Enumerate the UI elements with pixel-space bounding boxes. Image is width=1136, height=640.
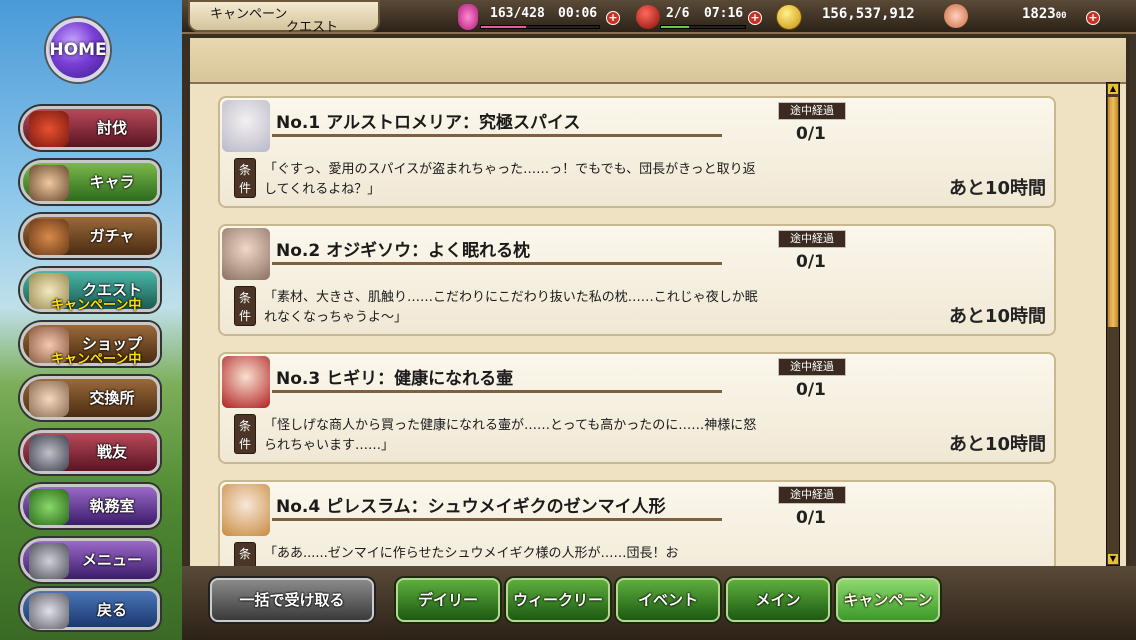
red-orb-icon — [636, 5, 660, 29]
dragon-icon — [29, 111, 69, 147]
orbs-bar — [660, 25, 746, 29]
tab-daily[interactable]: デイリー — [396, 578, 500, 622]
scroll-up-icon[interactable]: ▲ — [1108, 84, 1118, 94]
name-underline — [272, 390, 722, 393]
gems-plus-button[interactable]: + — [1086, 11, 1100, 25]
name-underline — [272, 262, 722, 265]
gold-coin-icon — [776, 4, 802, 30]
orbs-plus-button[interactable]: + — [748, 11, 762, 25]
back-button[interactable]: 戻る — [20, 588, 160, 630]
title-line-1: キャンペーン — [210, 7, 288, 22]
stamina-plus-button[interactable]: + — [606, 11, 620, 25]
tab-weekly[interactable]: ウィークリー — [506, 578, 610, 622]
character-avatar — [222, 484, 270, 536]
sidebar-item-label: 交換所 — [89, 389, 135, 407]
sidebar-item-label: 討伐 — [96, 119, 127, 137]
time-remaining: あと10時間 — [948, 306, 1046, 327]
title-line-2: クエスト — [286, 20, 339, 35]
quest-progress: 0/1 — [796, 124, 826, 144]
condition-tag: 条件 — [234, 158, 256, 198]
sidebar-item-quest[interactable]: クエスト キャンペーン中 — [20, 268, 160, 313]
stamina-bar — [480, 25, 600, 29]
flower-gem-icon — [944, 4, 968, 28]
gold-value: 156,537,912 — [822, 6, 915, 22]
sidebar-item-label: ガチャ — [89, 227, 135, 245]
sidebar-item-characters[interactable]: キャラ — [20, 160, 160, 204]
tab-event[interactable]: イベント — [616, 578, 720, 622]
name-underline — [272, 134, 722, 137]
progress-badge: 途中経過 — [778, 486, 846, 504]
gear-icon — [29, 543, 69, 579]
scrollbar[interactable]: ▲ ▼ — [1106, 82, 1120, 566]
quest-card[interactable]: No.3 ヒギリ：健康になれる壷 途中経過 0/1 条件 「怪しげな商人から買っ… — [218, 352, 1056, 464]
quest-description: 「怪しげな商人から買った健康になれる壷が……とっても高かったのに……神様に怒られ… — [264, 418, 757, 453]
character-avatar — [222, 228, 270, 280]
progress-badge: 途中経過 — [778, 102, 846, 120]
panel-header — [190, 38, 1126, 84]
quest-name: No.4 ピレスラム：シュウメイギクのゼンマイ人形 — [276, 497, 666, 517]
scroll-down-icon[interactable]: ▼ — [1108, 554, 1118, 564]
page-title: キャンペーン クエスト — [188, 0, 380, 35]
quest-progress: 0/1 — [796, 380, 826, 400]
sidebar-item-label: 戦友 — [96, 443, 127, 461]
quest-card[interactable]: No.4 ピレスラム：シュウメイギクのゼンマイ人形 途中経過 0/1 条件 「あ… — [218, 480, 1056, 566]
back-arrow-icon — [29, 593, 69, 629]
character-avatar — [222, 356, 270, 408]
sidebar-item-shop[interactable]: ショップ キャンペーン中 — [20, 322, 160, 367]
sidebar-item-label: キャラ — [89, 173, 135, 191]
banner-icon — [29, 489, 69, 525]
sidebar-item-exchange[interactable]: 交換所 — [20, 376, 160, 420]
quest-description: 「ぐすっ、愛用のスパイスが盗まれちゃった……っ！でもでも、団長がきっと取り返して… — [264, 162, 756, 197]
sidebar-item-gacha[interactable]: ガチャ — [20, 214, 160, 258]
claim-all-button[interactable]: 一括で受け取る — [210, 578, 374, 622]
potion-icon — [458, 4, 478, 30]
exchange-icon — [29, 381, 69, 417]
quest-progress: 0/1 — [796, 252, 826, 272]
quest-card[interactable]: No.1 アルストロメリア：究極スパイス 途中経過 0/1 条件 「ぐすっ、愛用… — [218, 96, 1056, 208]
quest-description: 「ああ......ゼンマイに作らせたシュウメイギク様の人形が……団長！お — [264, 546, 679, 561]
quest-name: No.2 オジギソウ：よく眠れる枕 — [276, 241, 531, 261]
home-button[interactable]: HOME — [42, 14, 134, 86]
scroll-thumb[interactable] — [1108, 97, 1118, 327]
back-label: 戻る — [96, 601, 127, 619]
progress-badge: 途中経過 — [778, 230, 846, 248]
tab-main[interactable]: メイン — [726, 578, 830, 622]
sidebar-item-subjugation[interactable]: 討伐 — [20, 106, 160, 150]
campaign-label: キャンペーン中 — [51, 352, 142, 367]
sidebar-item-office[interactable]: 執務室 — [20, 484, 160, 528]
time-remaining: あと10時間 — [948, 178, 1046, 199]
condition-tag: 条件 — [234, 542, 256, 566]
condition-tag: 条件 — [234, 286, 256, 326]
sidebar-item-label: メニュー — [81, 551, 142, 569]
sidebar-item-comrades[interactable]: 戦友 — [20, 430, 160, 474]
condition-tag: 条件 — [234, 414, 256, 454]
flowerpot-icon — [29, 219, 69, 255]
campaign-label: キャンペーン中 — [51, 298, 142, 313]
quest-name: No.3 ヒギリ：健康になれる壷 — [276, 369, 514, 389]
tab-campaign[interactable]: キャンペーン — [836, 578, 940, 622]
sidebar-item-label: 執務室 — [89, 497, 135, 515]
quest-description: 「素材、大きさ、肌触り……こだわりにこだわり抜いた私の枕……これじゃ夜しか眠れな… — [264, 290, 758, 325]
characters-icon — [29, 165, 69, 201]
progress-badge: 途中経過 — [778, 358, 846, 376]
name-underline — [272, 518, 722, 521]
quest-name: No.1 アルストロメリア：究極スパイス — [276, 113, 581, 133]
quest-list[interactable]: No.1 アルストロメリア：究極スパイス 途中経過 0/1 条件 「ぐすっ、愛用… — [218, 96, 1056, 566]
character-avatar — [222, 100, 270, 152]
time-remaining: あと10時間 — [948, 434, 1046, 455]
home-label: HOME — [46, 18, 110, 82]
quest-card[interactable]: No.2 オジギソウ：よく眠れる枕 途中経過 0/1 条件 「素材、大きさ、肌触… — [218, 224, 1056, 336]
quest-progress: 0/1 — [796, 508, 826, 528]
gems-value: 182300 — [1022, 6, 1067, 22]
crossed-swords-icon — [29, 435, 69, 471]
sidebar-item-menu[interactable]: メニュー — [20, 538, 160, 582]
